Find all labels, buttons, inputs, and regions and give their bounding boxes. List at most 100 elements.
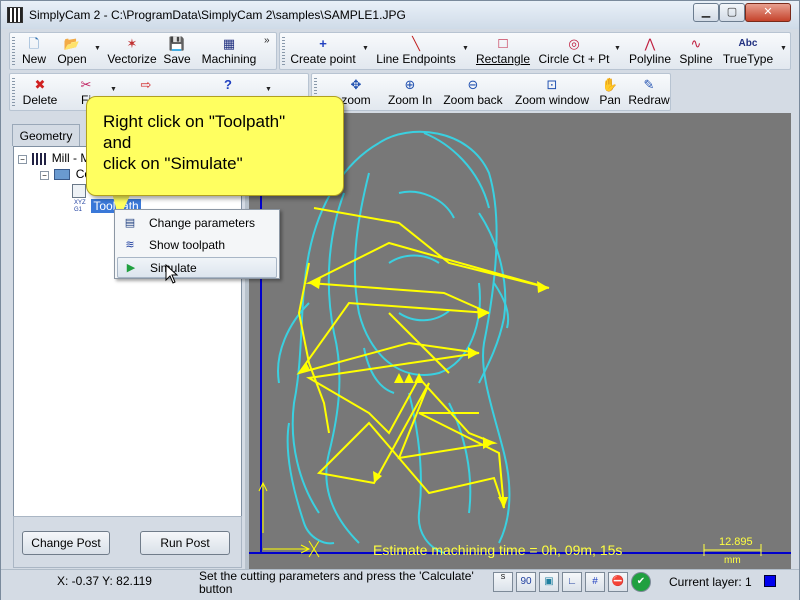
instruction-callout: Right click on "Toolpath" and click on "… xyxy=(86,96,344,196)
open-label: Open xyxy=(57,52,87,66)
truetype-label: TrueType xyxy=(722,52,774,66)
tree-node-item[interactable] xyxy=(72,183,86,198)
truetype-button[interactable]: Abc TrueType xyxy=(720,36,776,66)
new-button[interactable]: 🗋 New xyxy=(20,36,48,66)
new-file-icon: 🗋 xyxy=(28,36,40,51)
mill-icon xyxy=(32,152,47,165)
toolpath-icon: ≋ xyxy=(125,239,135,251)
layer-color-swatch[interactable] xyxy=(764,575,776,587)
rectangle-button[interactable]: □ Rectangle xyxy=(474,36,532,67)
vectorize-label: Vectorize xyxy=(107,52,157,66)
fit-zoom-icon: ✥ xyxy=(350,77,362,92)
truetype-dropdown-arrow[interactable]: ▼ xyxy=(780,45,787,52)
pan-label: Pan xyxy=(599,93,621,107)
open-button[interactable]: 📂 Open xyxy=(54,36,90,66)
zoom-back-button[interactable]: ⊖ Zoom back xyxy=(442,77,504,107)
zoom-in-button[interactable]: ⊕ Zoom In xyxy=(386,77,434,107)
redraw-label: Redraw xyxy=(628,93,670,107)
toolbar-grip[interactable] xyxy=(12,37,15,65)
circle-button[interactable]: ◎ Circle Ct + Pt xyxy=(538,36,610,66)
window-title: SimplyCam 2 - C:\ProgramData\SimplyCam 2… xyxy=(29,8,406,22)
tree-node-mill-label: Mill - M xyxy=(51,151,91,165)
gcode-icon: XYZ G1 xyxy=(74,199,86,213)
collapse-icon[interactable]: − xyxy=(18,155,27,164)
point-icon: + xyxy=(319,36,327,51)
snap-grid-icon[interactable]: ▣ xyxy=(539,572,559,592)
angle-90-icon[interactable]: 90 xyxy=(516,572,536,592)
machining-icon: ▦ xyxy=(222,36,236,51)
delete-button[interactable]: ✖ Delete xyxy=(20,77,60,107)
zoom-window-button[interactable]: ⊡ Zoom window xyxy=(512,77,592,107)
menu-item-change-parameters[interactable]: ▤ Change parameters xyxy=(117,213,277,234)
folder-icon xyxy=(54,169,71,181)
delete-icon: ✖ xyxy=(34,77,46,92)
open-dropdown-arrow[interactable]: ▼ xyxy=(94,45,101,52)
stop-icon[interactable]: ⛔ xyxy=(608,572,628,592)
zoom-back-label: Zoom back xyxy=(443,93,503,107)
scale-unit: mm xyxy=(724,555,741,566)
tab-geometry[interactable]: Geometry xyxy=(12,124,80,146)
create-point-label: Create point xyxy=(290,52,356,66)
zoom-window-icon: ⊡ xyxy=(546,77,558,92)
trim-dropdown-arrow[interactable]: ▼ xyxy=(110,86,117,93)
rectangle-label: Rectangle xyxy=(475,52,531,66)
spline-button[interactable]: ∿ Spline xyxy=(678,36,714,66)
tree-node-contour[interactable]: − Co xyxy=(40,167,91,181)
run-post-button[interactable]: Run Post xyxy=(140,531,230,555)
menu-item-show-toolpath[interactable]: ≋ Show toolpath xyxy=(117,235,277,256)
snap-off-icon[interactable]: S xyxy=(493,572,513,592)
minimize-button[interactable]: ▁ xyxy=(693,3,719,22)
estimate-machining-time: Estimate machining time = 0h, 09m, 15s xyxy=(373,542,622,558)
circle-dropdown-arrow[interactable]: ▼ xyxy=(614,45,621,52)
line-icon: ╲ xyxy=(412,36,420,51)
pan-hand-icon: ✋ xyxy=(601,77,619,92)
polyline-button[interactable]: ⋀ Polyline xyxy=(626,36,674,66)
tree-node-mill[interactable]: − Mill - M xyxy=(18,151,90,165)
zoom-in-icon: ⊕ xyxy=(404,77,416,92)
redraw-button[interactable]: ✎ Redraw xyxy=(628,77,670,107)
help-dropdown-arrow[interactable]: ▼ xyxy=(265,86,272,93)
maximize-button[interactable]: ▢ xyxy=(719,3,745,22)
toolpath-geometry xyxy=(296,207,550,509)
save-icon: 💾 xyxy=(168,36,186,51)
app-logo-icon xyxy=(7,7,23,23)
post-buttons-panel: Change Post Run Post xyxy=(13,516,242,568)
draw-toolbar: + Create point ▼ ╲ Line Endpoints ▼ □ Re… xyxy=(279,32,791,70)
context-menu: ▤ Change parameters ≋ Show toolpath ▶ Si… xyxy=(114,209,280,279)
line-endpoints-button[interactable]: ╲ Line Endpoints xyxy=(374,36,458,66)
simulate-icon: ▶ xyxy=(126,262,136,274)
ortho-icon[interactable]: ∟ xyxy=(562,572,582,592)
zoom-in-label: Zoom In xyxy=(387,93,432,107)
help-icon: ? xyxy=(224,77,232,92)
grid-icon[interactable]: # xyxy=(585,572,605,592)
redraw-icon: ✎ xyxy=(643,77,655,92)
change-post-button[interactable]: Change Post xyxy=(22,531,110,555)
file-icon xyxy=(72,183,86,198)
pan-button[interactable]: ✋ Pan xyxy=(596,77,624,107)
ok-check-icon[interactable]: ✔ xyxy=(631,572,651,592)
current-layer: Current layer: 1 xyxy=(669,575,752,589)
circle-label: Circle Ct + Pt xyxy=(538,52,610,66)
menu-item-change-parameters-label: Change parameters xyxy=(149,216,256,230)
line-dropdown-arrow[interactable]: ▼ xyxy=(462,45,469,52)
menu-item-simulate[interactable]: ▶ Simulate xyxy=(117,257,277,278)
delete-label: Delete xyxy=(22,93,58,107)
collapse-icon[interactable]: − xyxy=(40,171,49,180)
title-bar: SimplyCam 2 - C:\ProgramData\SimplyCam 2… xyxy=(1,1,799,29)
toolbar-grip[interactable] xyxy=(12,78,15,106)
vectorize-button[interactable]: ✶ Vectorize xyxy=(106,36,158,66)
callout-text: Right click on "Toolpath" and click on "… xyxy=(103,112,286,173)
spline-label: Spline xyxy=(679,52,713,66)
save-label: Save xyxy=(163,52,191,66)
menu-item-show-toolpath-label: Show toolpath xyxy=(149,238,226,252)
machining-button[interactable]: ▦ Machining xyxy=(198,36,260,66)
point-dropdown-arrow[interactable]: ▼ xyxy=(362,45,369,52)
toolbar-overflow-chevron[interactable]: » xyxy=(264,35,270,46)
create-point-button[interactable]: + Create point xyxy=(288,36,358,66)
zoom-back-icon: ⊖ xyxy=(467,77,479,92)
close-button[interactable]: ✕ xyxy=(745,3,791,22)
toolbar-grip[interactable] xyxy=(282,37,285,65)
spline-icon: ∿ xyxy=(690,36,702,51)
save-button[interactable]: 💾 Save xyxy=(162,36,192,66)
view-toolbar: ✥ zoom ⊕ Zoom In ⊖ Zoom back ⊡ Zoom wind… xyxy=(311,73,671,111)
